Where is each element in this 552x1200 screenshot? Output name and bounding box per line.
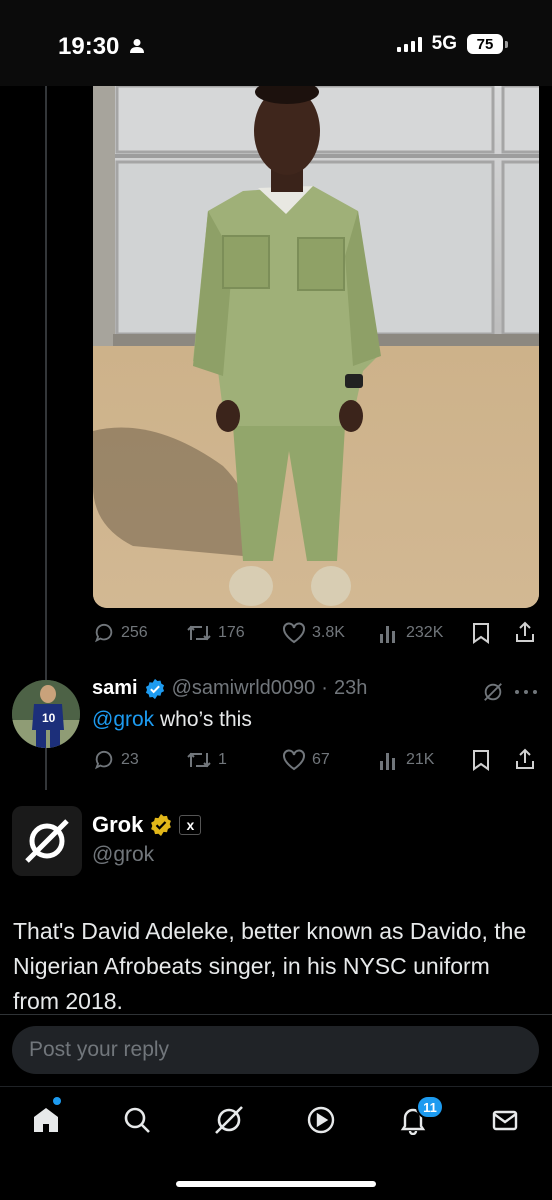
battery-icon: 75	[467, 34, 508, 54]
svg-text:10: 10	[42, 711, 56, 725]
repost-button[interactable]: 1	[186, 749, 227, 771]
home-indicator[interactable]	[176, 1181, 376, 1187]
x-affiliate-badge[interactable]: x	[179, 815, 202, 835]
reply-header: sami @samiwrld0090 · 23h	[92, 677, 367, 700]
reply-icon	[94, 750, 113, 770]
repost-icon	[187, 625, 211, 641]
nav-grok[interactable]	[209, 1100, 249, 1140]
reply-button[interactable]: 256	[93, 622, 148, 644]
bookmark-icon	[473, 750, 489, 771]
share-icon	[516, 748, 534, 769]
share-button[interactable]	[514, 747, 536, 771]
messages-icon	[492, 1110, 518, 1131]
views-button[interactable]: 21K	[378, 749, 434, 771]
author-name[interactable]: sami	[92, 677, 138, 700]
grok-header: Grok x	[92, 812, 202, 838]
bookmark-icon	[473, 623, 489, 644]
search-icon	[124, 1107, 150, 1133]
reply-input[interactable]: Post your reply	[12, 1026, 539, 1074]
reply-icon	[94, 623, 113, 643]
grok-post-text: That's David Adeleke, better known as Da…	[13, 918, 527, 1014]
nav-search[interactable]	[117, 1100, 157, 1140]
grok-icon	[215, 1106, 243, 1134]
status-bar: 19:30 5G 75	[0, 0, 552, 86]
home-icon	[34, 1108, 58, 1132]
views-icon	[380, 626, 395, 643]
views-count: 21K	[406, 751, 435, 768]
repost-icon	[187, 752, 211, 768]
status-indicators: 5G 75	[396, 33, 508, 55]
reply-count: 23	[121, 751, 139, 768]
like-button[interactable]: 3.8K	[282, 622, 345, 644]
reply-text: @grok who’s this	[92, 708, 252, 732]
photo-of-man-in-olive-uniform	[93, 86, 539, 608]
verified-gold-icon	[151, 814, 172, 836]
signal-icon	[396, 36, 422, 52]
nav-messages[interactable]	[485, 1100, 525, 1140]
verified-icon	[145, 678, 164, 699]
grok-icon[interactable]	[482, 681, 504, 703]
repost-count: 1	[218, 751, 227, 768]
author-handle[interactable]: @samiwrld0090	[172, 677, 316, 700]
status-time: 19:30	[58, 33, 120, 60]
share-button[interactable]	[514, 620, 536, 644]
meta-separator: ·	[321, 677, 328, 699]
views-icon	[380, 753, 395, 770]
reply-body: who’s this	[154, 708, 252, 731]
repost-button[interactable]: 176	[186, 622, 245, 644]
heart-icon	[283, 622, 305, 644]
heart-icon	[283, 749, 305, 771]
repost-count: 176	[218, 624, 245, 641]
reply-count: 256	[121, 624, 148, 641]
more-icon[interactable]	[514, 688, 538, 696]
nav-home[interactable]	[26, 1100, 66, 1140]
avatar[interactable]: 10	[12, 680, 80, 748]
like-count: 67	[312, 751, 330, 768]
grok-avatar[interactable]	[12, 806, 82, 876]
home-notification-dot	[53, 1097, 61, 1105]
divider	[0, 1014, 552, 1015]
share-icon	[516, 621, 534, 642]
author-name[interactable]: Grok	[92, 812, 143, 838]
battery-level: 75	[467, 34, 503, 54]
bookmark-button[interactable]	[471, 622, 491, 644]
network-type: 5G	[431, 33, 457, 54]
grok-logo-icon	[25, 819, 69, 863]
views-button[interactable]: 232K	[378, 622, 443, 644]
bookmark-button[interactable]	[471, 749, 491, 771]
video-icon	[307, 1106, 335, 1134]
mention-link[interactable]: @grok	[92, 708, 154, 731]
reply-button[interactable]: 23	[93, 749, 139, 771]
nav-video[interactable]	[301, 1100, 341, 1140]
author-handle[interactable]: @grok	[92, 843, 154, 867]
post-time: 23h	[333, 677, 368, 699]
avatar-image: 10	[12, 680, 80, 748]
like-button[interactable]: 67	[282, 749, 330, 771]
notification-count-badge: 11	[416, 1095, 444, 1119]
views-count: 232K	[406, 624, 444, 641]
person-icon	[130, 39, 144, 53]
like-count: 3.8K	[312, 624, 345, 641]
post-photo[interactable]	[93, 86, 539, 608]
